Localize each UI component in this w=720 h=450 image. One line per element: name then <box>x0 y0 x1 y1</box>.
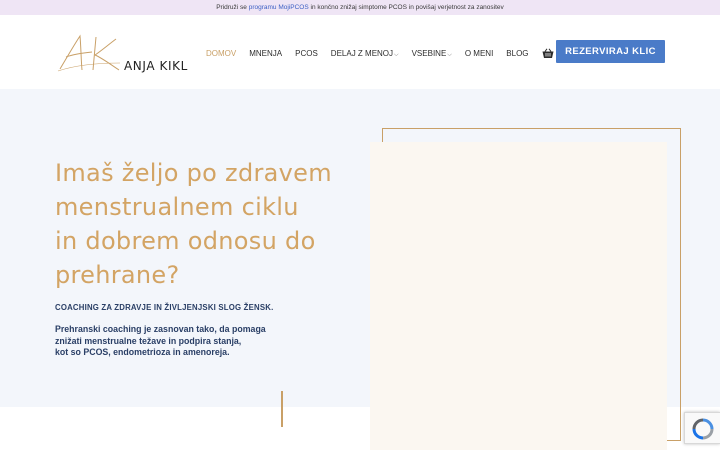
brand-name: ANJA KIKL <box>124 59 188 73</box>
headline-line: in dobrem odnosu do <box>55 227 316 255</box>
site-logo[interactable]: ANJA KIKL <box>56 33 196 75</box>
monogram-logo-icon <box>57 34 121 72</box>
chevron-down-icon: ⌵ <box>447 51 452 58</box>
nav-item-o-meni[interactable]: O MENI <box>465 49 493 58</box>
chevron-down-icon: ⌵ <box>394 51 399 58</box>
nav-item-delaj-z-menoj[interactable]: DELAJ Z MENOJ⌵ <box>331 49 399 59</box>
site-header: ANJA KIKL DOMOV MNENJA PCOS DELAJ Z MENO… <box>0 15 720 89</box>
recaptcha-logo-icon <box>692 418 714 440</box>
vertical-divider <box>281 391 283 427</box>
intro-line: Prehranski coaching je zasnovan tako, da… <box>55 324 266 334</box>
hero-subheading: COACHING ZA ZDRAVJE IN ŽIVLJENJSKI SLOG … <box>55 303 274 312</box>
main-nav: DOMOV MNENJA PCOS DELAJ Z MENOJ⌵ VSEBINE… <box>206 48 554 59</box>
hero-image-placeholder <box>370 142 667 450</box>
nav-item-blog[interactable]: BLOG <box>506 49 528 58</box>
nav-item-label: DELAJ Z MENOJ <box>330 48 394 58</box>
recaptcha-badge-icon[interactable] <box>684 412 720 444</box>
intro-line: znižati menstrualne težave in podpira st… <box>55 335 242 346</box>
announcement-link[interactable]: programu MojiPCOS <box>249 4 309 11</box>
announcement-prefix: Pridruži se <box>216 4 249 11</box>
headline-line: menstrualnem ciklu <box>55 193 299 221</box>
announcement-suffix: in končno znižaj simptome PCOS in poviša… <box>308 4 504 11</box>
nav-item-mnenja[interactable]: MNENJA <box>249 49 282 58</box>
nav-item-vsebine[interactable]: VSEBINE⌵ <box>412 49 452 59</box>
hero-headline: Imaš željo po zdravem menstrualnem ciklu… <box>55 156 365 292</box>
shopping-basket-icon[interactable] <box>542 48 554 59</box>
hero-intro: Prehranski coaching je zasnovan tako, da… <box>55 324 266 359</box>
nav-item-pcos[interactable]: PCOS <box>295 49 318 58</box>
headline-line: Imaš željo po zdravem <box>55 159 332 187</box>
nav-item-domov[interactable]: DOMOV <box>206 49 236 58</box>
announcement-bar: Pridruži se programu MojiPCOS in končno … <box>0 0 720 15</box>
nav-item-label: VSEBINE <box>411 48 447 58</box>
headline-line: prehrane? <box>55 261 180 289</box>
book-call-button[interactable]: REZERVIRAJ KLIC <box>556 40 665 63</box>
intro-line: kot so PCOS, endometrioza in amenoreja. <box>55 347 230 357</box>
